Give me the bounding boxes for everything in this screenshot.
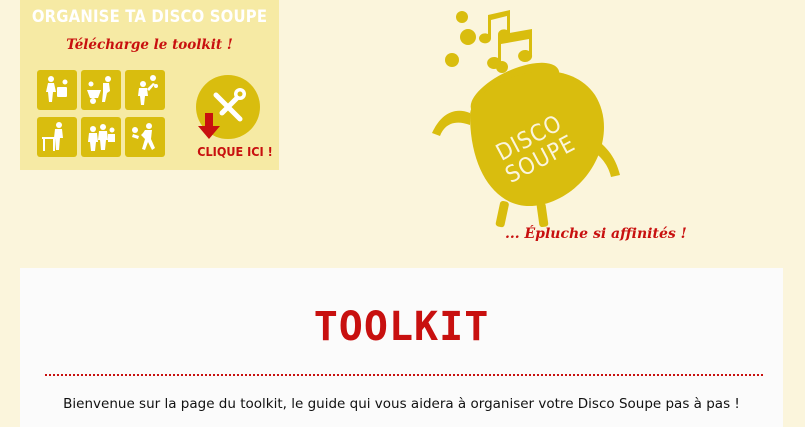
wheelbarrow-icon (81, 70, 121, 110)
table-cook-icon (37, 117, 77, 157)
page-title: TOOLKIT (313, 304, 490, 350)
title-divider (45, 374, 763, 376)
logo-tagline: ... Épluche si affinités ! (505, 226, 687, 242)
promo-subtitle: Télécharge le toolkit ! (66, 37, 233, 53)
juggling-icon (125, 70, 165, 110)
clique-ici-link[interactable]: CLIQUE ICI ! (190, 144, 280, 159)
promo-title: ORGANISE TA DISCO SOUPE (31, 7, 268, 26)
intro-paragraph: Bienvenue sur la page du toolkit, le gui… (63, 396, 740, 412)
toolkit-promo-banner[interactable]: ORGANISE TA DISCO SOUPE Télécharge le to… (20, 0, 279, 170)
page: ORGANISE TA DISCO SOUPE Télécharge le to… (0, 0, 805, 427)
people-carrying-icon (37, 70, 77, 110)
download-arrow-icon (198, 113, 220, 139)
dancing-icon (125, 117, 165, 157)
content-card: TOOLKIT Bienvenue sur la page du toolkit… (20, 268, 783, 427)
crowd-icon (81, 117, 121, 157)
